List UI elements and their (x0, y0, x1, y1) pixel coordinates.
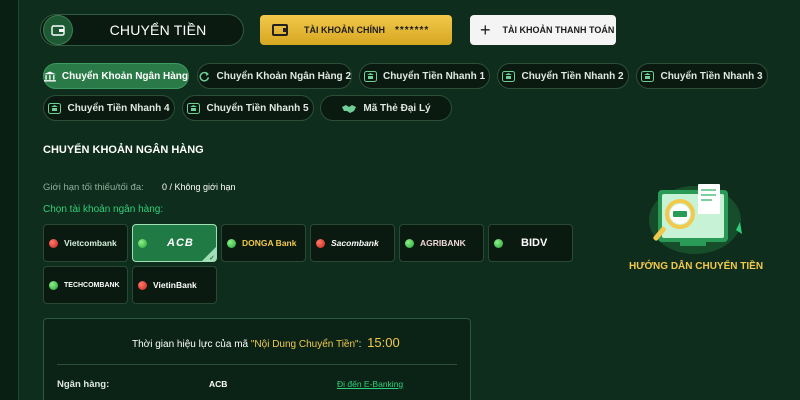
divider (57, 364, 457, 365)
bank-icon (187, 102, 201, 114)
bank-logo: VietinBank (153, 280, 197, 290)
status-dot (138, 280, 147, 290)
transfer-guide-illustration[interactable] (640, 180, 750, 260)
tab-agent-card-code[interactable]: Mã Thẻ Đại Lý (320, 95, 452, 121)
validity-prefix: Thời gian hiệu lực của mã (132, 339, 251, 350)
refresh-icon (199, 71, 210, 81)
page-title-pill: CHUYỂN TIỀN (40, 14, 244, 46)
selected-check-icon (202, 247, 216, 261)
main-account-balance: ******* (395, 24, 430, 36)
wallet-icon (43, 15, 73, 45)
tab-fast-transfer-1[interactable]: Chuyển Tiền Nhanh 1 (359, 63, 490, 89)
transfer-info-box: Thời gian hiệu lực của mã "Nội Dung Chuy… (43, 318, 471, 400)
bank-option-sacombank[interactable]: Sacombank (310, 224, 395, 262)
ebanking-link[interactable]: Đi đến E-Banking (337, 379, 403, 389)
code-validity-text: Thời gian hiệu lực của mã "Nội Dung Chuy… (132, 335, 400, 350)
transfer-guide-link[interactable]: HƯỚNG DẪN CHUYỂN TIỀN (629, 261, 763, 272)
bank-icon (363, 70, 377, 82)
bank-icon (44, 70, 56, 82)
bank-icon (641, 70, 655, 82)
payment-account-button[interactable]: + TÀI KHOẢN THANH TOÁN (470, 15, 616, 45)
bank-logo: AGRIBANK (420, 238, 466, 248)
main-account-label: TÀI KHOẢN CHÍNH (304, 25, 385, 35)
tab-fast-transfer-3[interactable]: Chuyển Tiền Nhanh 3 (636, 63, 768, 89)
tab-label: Mã Thẻ Đại Lý (363, 102, 431, 114)
bank-option-bidv[interactable]: BIDV (488, 224, 573, 262)
bank-option-donga[interactable]: DONGA Bank (221, 224, 306, 262)
status-dot (494, 238, 503, 248)
bank-option-agribank[interactable]: AGRIBANK (399, 224, 484, 262)
tab-label: Chuyển Tiền Nhanh 2 (521, 70, 624, 82)
payment-account-label: TÀI KHOẢN THANH TOÁN (502, 25, 615, 35)
bank-icon (48, 102, 62, 114)
plus-icon: + (480, 20, 491, 40)
tab-label: Chuyển Tiền Nhanh 5 (206, 102, 309, 114)
choose-bank-label: Chọn tài khoản ngân hàng: (43, 204, 164, 215)
bank-field-label: Ngân hàng: (57, 379, 110, 390)
validity-highlight: "Nội Dung Chuyển Tiền" (250, 339, 359, 350)
tab-fast-transfer-4[interactable]: Chuyển Tiền Nhanh 4 (43, 95, 175, 121)
limit-label: Giới hạn tối thiểu/tối đa: (43, 182, 144, 193)
bank-option-vietinbank[interactable]: VietinBank (132, 266, 217, 304)
bank-logo: Sacombank (331, 238, 379, 248)
bank-icon (502, 70, 516, 82)
tab-fast-transfer-5[interactable]: Chuyển Tiền Nhanh 5 (182, 95, 314, 121)
tab-bank-transfer[interactable]: Chuyển Khoản Ngân Hàng (43, 63, 189, 89)
section-title: CHUYỂN KHOẢN NGÂN HÀNG (43, 144, 204, 156)
tab-label: Chuyển Tiền Nhanh 3 (660, 70, 763, 82)
status-dot (405, 238, 414, 248)
status-dot (138, 238, 147, 248)
bank-field-value: ACB (209, 379, 228, 389)
bank-logo: Vietcombank (64, 238, 117, 248)
validity-countdown: 15:00 (367, 335, 400, 350)
validity-suffix: : (358, 339, 362, 350)
tab-fast-transfer-2[interactable]: Chuyển Tiền Nhanh 2 (497, 63, 629, 89)
status-dot (316, 238, 325, 248)
page-title: CHUYỂN TIỀN (109, 22, 207, 38)
bank-option-techcombank[interactable]: TECHCOMBANK (43, 266, 128, 304)
left-edge (0, 0, 18, 400)
bank-logo: ACB (167, 237, 194, 249)
status-dot (49, 280, 58, 290)
bank-option-vietcombank[interactable]: Vietcombank (43, 224, 128, 262)
main-account-button[interactable]: TÀI KHOẢN CHÍNH ******* (260, 15, 452, 45)
bank-logo: BIDV (521, 237, 548, 249)
bank-option-acb[interactable]: ACB (132, 224, 217, 262)
status-dot (49, 238, 58, 248)
handshake-icon (342, 104, 357, 113)
bank-logo: TECHCOMBANK (64, 281, 120, 289)
status-dot (227, 238, 236, 248)
tab-label: Chuyển Khoản Ngân Hàng (61, 70, 188, 82)
bank-logo: DONGA Bank (242, 238, 297, 248)
tab-bank-transfer-2[interactable]: Chuyển Khoản Ngân Hàng 2 (197, 63, 352, 89)
limit-value: 0 / Không giới hạn (162, 182, 236, 192)
wallet-icon (272, 24, 288, 36)
tab-label: Chuyển Khoản Ngân Hàng 2 (216, 70, 351, 82)
tab-label: Chuyển Tiền Nhanh 1 (382, 70, 486, 82)
tab-label: Chuyển Tiền Nhanh 4 (67, 102, 170, 114)
